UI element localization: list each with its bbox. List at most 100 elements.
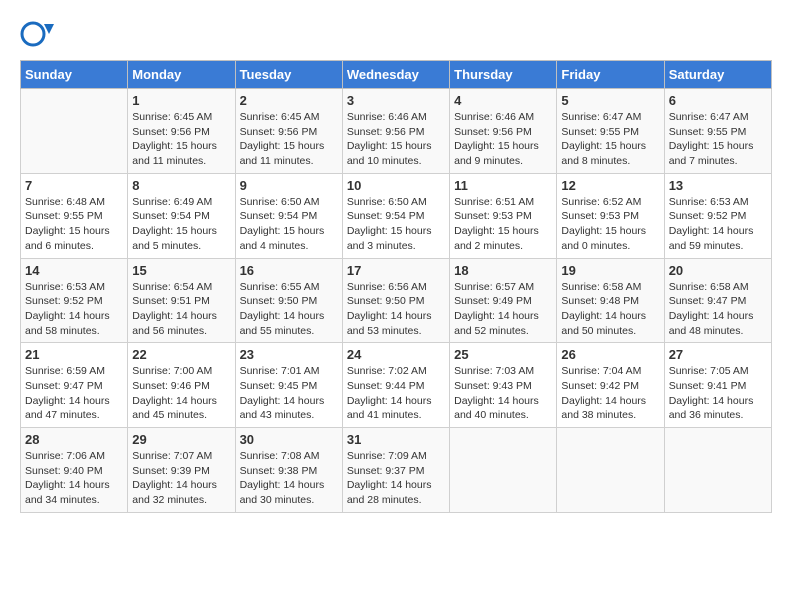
- day-detail: Sunrise: 7:06 AMSunset: 9:40 PMDaylight:…: [25, 449, 123, 508]
- weekday-header: Wednesday: [342, 61, 449, 89]
- calendar-cell: 14 Sunrise: 6:53 AMSunset: 9:52 PMDayligh…: [21, 258, 128, 343]
- calendar-cell: 9Sunrise: 6:50 AMSunset: 9:54 PMDaylight…: [235, 173, 342, 258]
- day-number: 18: [454, 263, 552, 278]
- day-detail: Sunrise: 6:47 AMSunset: 9:55 PMDaylight:…: [669, 110, 767, 169]
- day-detail: Sunrise: 7:03 AMSunset: 9:43 PMDaylight:…: [454, 364, 552, 423]
- calendar-cell: 11 Sunrise: 6:51 AMSunset: 9:53 PMDayligh…: [450, 173, 557, 258]
- day-detail: Sunrise: 7:01 AMSunset: 9:45 PMDaylight:…: [240, 364, 338, 423]
- logo: [20, 16, 56, 52]
- day-detail: Sunrise: 6:53 AMSunset: 9:52 PMDaylight:…: [25, 280, 123, 339]
- calendar-week-row: 1 Sunrise: 6:45 AMSunset: 9:56 PMDaylight…: [21, 89, 772, 174]
- logo-svg-icon: [20, 16, 56, 52]
- calendar-cell: 8 Sunrise: 6:49 AMSunset: 9:54 PMDaylight…: [128, 173, 235, 258]
- calendar-cell: 21 Sunrise: 6:59 AMSunset: 9:47 PMDayligh…: [21, 343, 128, 428]
- calendar-cell: 10 Sunrise: 6:50 AMSunset: 9:54 PMDayligh…: [342, 173, 449, 258]
- calendar-cell: 30 Sunrise: 7:08 AMSunset: 9:38 PMDayligh…: [235, 428, 342, 513]
- day-number: 1: [132, 93, 230, 108]
- calendar-cell: 28Sunrise: 7:06 AMSunset: 9:40 PMDayligh…: [21, 428, 128, 513]
- day-number: 13: [669, 178, 767, 193]
- day-detail: Sunrise: 6:57 AMSunset: 9:49 PMDaylight:…: [454, 280, 552, 339]
- calendar-cell: 23 Sunrise: 7:01 AMSunset: 9:45 PMDayligh…: [235, 343, 342, 428]
- day-detail: Sunrise: 6:49 AMSunset: 9:54 PMDaylight:…: [132, 195, 230, 254]
- day-number: 10: [347, 178, 445, 193]
- day-number: 16: [240, 263, 338, 278]
- day-number: 5: [561, 93, 659, 108]
- day-detail: Sunrise: 6:58 AMSunset: 9:47 PMDaylight:…: [669, 280, 767, 339]
- day-number: 27: [669, 347, 767, 362]
- day-detail: Sunrise: 6:48 AMSunset: 9:55 PMDaylight:…: [25, 195, 123, 254]
- day-detail: Sunrise: 7:08 AMSunset: 9:38 PMDaylight:…: [240, 449, 338, 508]
- day-number: 15: [132, 263, 230, 278]
- day-detail: Sunrise: 6:45 AMSunset: 9:56 PMDaylight:…: [132, 110, 230, 169]
- calendar-cell: 4Sunrise: 6:46 AMSunset: 9:56 PMDaylight…: [450, 89, 557, 174]
- weekday-header: Thursday: [450, 61, 557, 89]
- calendar-cell: 22 Sunrise: 7:00 AMSunset: 9:46 PMDayligh…: [128, 343, 235, 428]
- day-number: 26: [561, 347, 659, 362]
- day-number: 8: [132, 178, 230, 193]
- calendar-cell: 15 Sunrise: 6:54 AMSunset: 9:51 PMDayligh…: [128, 258, 235, 343]
- day-number: 23: [240, 347, 338, 362]
- calendar-cell: 27 Sunrise: 7:05 AMSunset: 9:41 PMDayligh…: [664, 343, 771, 428]
- day-detail: Sunrise: 6:54 AMSunset: 9:51 PMDaylight:…: [132, 280, 230, 339]
- calendar-week-row: 21 Sunrise: 6:59 AMSunset: 9:47 PMDayligh…: [21, 343, 772, 428]
- calendar-cell: [557, 428, 664, 513]
- header: [20, 16, 772, 52]
- weekday-header: Monday: [128, 61, 235, 89]
- day-detail: Sunrise: 6:53 AMSunset: 9:52 PMDaylight:…: [669, 195, 767, 254]
- day-number: 25: [454, 347, 552, 362]
- day-detail: Sunrise: 6:52 AMSunset: 9:53 PMDaylight:…: [561, 195, 659, 254]
- day-detail: Sunrise: 6:58 AMSunset: 9:48 PMDaylight:…: [561, 280, 659, 339]
- calendar-cell: 29Sunrise: 7:07 AMSunset: 9:39 PMDayligh…: [128, 428, 235, 513]
- day-number: 2: [240, 93, 338, 108]
- day-number: 24: [347, 347, 445, 362]
- calendar-cell: [664, 428, 771, 513]
- day-detail: Sunrise: 6:50 AMSunset: 9:54 PMDaylight:…: [347, 195, 445, 254]
- day-detail: Sunrise: 6:56 AMSunset: 9:50 PMDaylight:…: [347, 280, 445, 339]
- day-detail: Sunrise: 6:55 AMSunset: 9:50 PMDaylight:…: [240, 280, 338, 339]
- day-detail: Sunrise: 6:51 AMSunset: 9:53 PMDaylight:…: [454, 195, 552, 254]
- day-detail: Sunrise: 6:45 AMSunset: 9:56 PMDaylight:…: [240, 110, 338, 169]
- day-number: 3: [347, 93, 445, 108]
- day-detail: Sunrise: 6:59 AMSunset: 9:47 PMDaylight:…: [25, 364, 123, 423]
- day-detail: Sunrise: 6:46 AMSunset: 9:56 PMDaylight:…: [347, 110, 445, 169]
- weekday-header: Saturday: [664, 61, 771, 89]
- calendar-header: SundayMondayTuesdayWednesdayThursdayFrid…: [21, 61, 772, 89]
- calendar-week-row: 14 Sunrise: 6:53 AMSunset: 9:52 PMDayligh…: [21, 258, 772, 343]
- calendar-cell: 17 Sunrise: 6:56 AMSunset: 9:50 PMDayligh…: [342, 258, 449, 343]
- day-number: 9: [240, 178, 338, 193]
- day-number: 21: [25, 347, 123, 362]
- day-number: 19: [561, 263, 659, 278]
- calendar-cell: 20Sunrise: 6:58 AMSunset: 9:47 PMDayligh…: [664, 258, 771, 343]
- calendar-cell: 19 Sunrise: 6:58 AMSunset: 9:48 PMDayligh…: [557, 258, 664, 343]
- day-detail: Sunrise: 6:46 AMSunset: 9:56 PMDaylight:…: [454, 110, 552, 169]
- day-number: 22: [132, 347, 230, 362]
- calendar-cell: 3 Sunrise: 6:46 AMSunset: 9:56 PMDaylight…: [342, 89, 449, 174]
- calendar-week-row: 28Sunrise: 7:06 AMSunset: 9:40 PMDayligh…: [21, 428, 772, 513]
- day-detail: Sunrise: 7:00 AMSunset: 9:46 PMDaylight:…: [132, 364, 230, 423]
- weekday-header: Sunday: [21, 61, 128, 89]
- day-detail: Sunrise: 7:04 AMSunset: 9:42 PMDaylight:…: [561, 364, 659, 423]
- day-number: 12: [561, 178, 659, 193]
- page: SundayMondayTuesdayWednesdayThursdayFrid…: [0, 0, 792, 529]
- weekday-header: Tuesday: [235, 61, 342, 89]
- day-number: 29: [132, 432, 230, 447]
- calendar-cell: 16 Sunrise: 6:55 AMSunset: 9:50 PMDayligh…: [235, 258, 342, 343]
- day-detail: Sunrise: 6:47 AMSunset: 9:55 PMDaylight:…: [561, 110, 659, 169]
- calendar-cell: 18 Sunrise: 6:57 AMSunset: 9:49 PMDayligh…: [450, 258, 557, 343]
- calendar-cell: 24 Sunrise: 7:02 AMSunset: 9:44 PMDayligh…: [342, 343, 449, 428]
- day-number: 7: [25, 178, 123, 193]
- calendar-cell: [21, 89, 128, 174]
- calendar-cell: 25 Sunrise: 7:03 AMSunset: 9:43 PMDayligh…: [450, 343, 557, 428]
- day-detail: Sunrise: 7:02 AMSunset: 9:44 PMDaylight:…: [347, 364, 445, 423]
- calendar-cell: 12 Sunrise: 6:52 AMSunset: 9:53 PMDayligh…: [557, 173, 664, 258]
- day-number: 11: [454, 178, 552, 193]
- day-detail: Sunrise: 7:05 AMSunset: 9:41 PMDaylight:…: [669, 364, 767, 423]
- header-row: SundayMondayTuesdayWednesdayThursdayFrid…: [21, 61, 772, 89]
- day-detail: Sunrise: 7:09 AMSunset: 9:37 PMDaylight:…: [347, 449, 445, 508]
- calendar-cell: [450, 428, 557, 513]
- day-number: 14: [25, 263, 123, 278]
- calendar-cell: 1 Sunrise: 6:45 AMSunset: 9:56 PMDaylight…: [128, 89, 235, 174]
- day-number: 17: [347, 263, 445, 278]
- day-number: 30: [240, 432, 338, 447]
- calendar-table: SundayMondayTuesdayWednesdayThursdayFrid…: [20, 60, 772, 513]
